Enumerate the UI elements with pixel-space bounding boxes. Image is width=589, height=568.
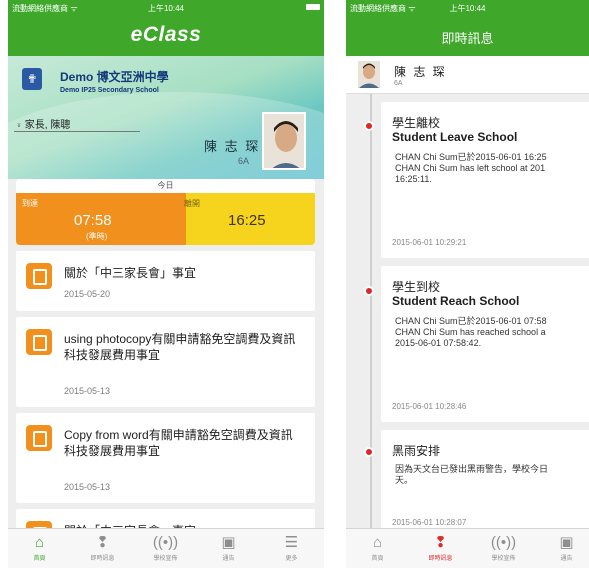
nav-bar: 即時訊息 [346,14,589,56]
status-bar: 流動網絡供應商 ᯤ 上午10:44 [346,0,589,14]
battery-icon [306,4,320,10]
messages-screen: 流動網絡供應商 ᯤ 上午10:44 即時訊息 陳 志 琛 6A 學生離校 Stu… [346,0,589,568]
student-class: 6A [394,80,403,87]
message-body: 16:25:11. [395,174,432,184]
parent-selector[interactable]: ⍤ 家長, 陳聰 [16,116,70,131]
timeline-dot [364,286,374,296]
status-time: 上午10:44 [449,4,486,13]
tab-messages[interactable]: ❢ 即時訊息 [409,529,472,568]
message-date: 2015-06-01 10:28:46 [392,402,467,411]
notice-date: 2015-05-13 [64,386,111,396]
message-body: 因為天文台已發出黑雨警告，學校今日 [395,464,549,474]
tab-label: 學校宣佈 [153,556,178,562]
tab-bar: ⌂ 首頁 ❢ 即時訊息 ((•)) 學校宣佈 ▣ 通告 [346,528,589,568]
notice-icon: ▣ [559,534,574,551]
eclass-logo: eClass [130,23,202,46]
message-title-zh: 黑雨安排 [392,444,441,458]
tab-label: 通告 [560,556,573,562]
tab-announcements[interactable]: ((•)) 學校宣佈 [472,529,535,568]
message-title-zh: 學生到校 [392,280,441,294]
tab-label: 更多 [285,556,298,562]
student-name: 陳 志 琛 [204,139,261,154]
status-bar: 流動網絡供應商 ᯤ 上午10:44 [8,0,324,14]
message-title-zh: 學生離校 [392,116,441,130]
timeline-line [370,94,372,528]
message-body: CHAN Chi Sum已於2015-06-01 07:58 [395,316,547,326]
tab-label: 即時訊息 [428,556,453,562]
message-title-en: Student Leave School [392,130,518,144]
school-name: Demo 博文亞洲中學 [60,70,169,84]
tab-notices[interactable]: ▣ 通告 [197,529,260,568]
broadcast-icon: ((•)) [152,534,179,551]
broadcast-icon: ((•)) [490,534,517,551]
message-body: CHAN Chi Sum已於2015-06-01 16:25 [395,152,547,162]
attendance-card[interactable]: 今日 到達 07:58 (準時) 離開 16:25 [16,179,315,245]
message-card[interactable]: 學生離校 Student Leave School CHAN Chi Sum已於… [381,102,589,258]
notice-item[interactable]: using photocopy有關申請豁免空調費及資訊科技發展費用事宜 2015… [16,317,315,407]
notice-title: Copy from word有關申請豁免空調費及資訊科技發展費用事宜 [64,428,293,458]
message-body: 天。 [395,475,414,485]
page-title: 即時訊息 [441,31,494,46]
tab-notices[interactable]: ▣ 通告 [535,529,589,568]
student-selector[interactable]: 陳 志 琛 6A [346,56,589,94]
avatar [358,61,380,88]
menu-icon: ☰ [284,534,299,551]
school-crest-icon: ✟ [22,68,42,90]
tab-messages[interactable]: ❢ 即時訊息 [71,529,134,568]
leave-time: 16:25 [228,212,266,229]
tab-home[interactable]: ⌂ 首頁 [8,529,71,568]
student-name: 陳 志 琛 [394,65,447,79]
leave-label: 離開 [184,199,200,208]
notice-date: 2015-05-20 [64,289,111,299]
home-icon: ⌂ [372,534,383,551]
message-date: 2015-06-01 10:29:21 [392,238,467,247]
message-title-en: Student Reach School [392,294,520,308]
timeline-dot [364,121,374,131]
notice-icon: ▣ [221,534,236,551]
timeline-dot [364,447,374,457]
tab-label: 通告 [222,556,235,562]
arrive-time: 07:58 [74,212,112,229]
arrive-status: (準時) [86,232,108,241]
message-card[interactable]: 黑雨安排 因為天文台已發出黑雨警告，學校今日 天。 2015-06-01 10:… [381,430,589,530]
message-body: CHAN Chi Sum has reached school a [395,327,546,337]
tab-label: 即時訊息 [90,556,115,562]
notice-item[interactable]: Copy from word有關申請豁免空調費及資訊科技發展費用事宜 2015-… [16,413,315,503]
message-body: CHAN Chi Sum has left school at 201 [395,163,546,173]
message-body: 2015-06-01 07:58:42. [395,338,482,348]
notice-icon [26,329,52,355]
school-subtitle: Demo IP25 Secondary School [60,87,159,94]
notice-icon [26,263,52,289]
message-icon: ❢ [434,534,447,551]
notice-item[interactable]: 關於「中三家長會」事宜 2015-05-20 [16,251,315,311]
tab-label: 首頁 [371,556,384,562]
parent-underline [14,131,140,132]
tab-label: 首頁 [33,556,46,562]
tab-home[interactable]: ⌂ 首頁 [346,529,409,568]
home-screen: 流動網絡供應商 ᯤ 上午10:44 eClass ✟ Demo 博文亞洲中學 D… [8,0,324,568]
today-label: 今日 [16,179,315,193]
nav-bar: eClass [8,14,324,56]
student-photo[interactable] [262,112,306,170]
notice-title: 關於「中三家長會」事宜 [64,266,197,280]
message-date: 2015-06-01 10:28:07 [392,518,467,527]
message-card[interactable]: 學生到校 Student Reach School CHAN Chi Sum已於… [381,266,589,422]
student-portrait-icon [358,61,380,88]
notice-icon [26,425,52,451]
notice-title: using photocopy有關申請豁免空調費及資訊科技發展費用事宜 [64,332,296,362]
tab-bar: ⌂ 首頁 ❢ 即時訊息 ((•)) 學校宣佈 ▣ 通告 ☰ 更多 [8,528,324,568]
student-portrait-icon [264,114,304,168]
parent-label: 家長, 陳聰 [24,120,71,131]
user-icon: ⍤ [16,120,22,131]
arrive-chevron [166,193,186,245]
home-icon: ⌂ [34,534,45,551]
arrive-label: 到達 [22,199,38,208]
student-class: 6A [238,156,250,166]
message-icon: ❢ [96,534,109,551]
status-time: 上午10:44 [147,4,185,13]
tab-more[interactable]: ☰ 更多 [260,529,323,568]
tab-label: 學校宣佈 [491,556,516,562]
tab-announcements[interactable]: ((•)) 學校宣佈 [134,529,197,568]
notice-date: 2015-05-13 [64,482,111,492]
